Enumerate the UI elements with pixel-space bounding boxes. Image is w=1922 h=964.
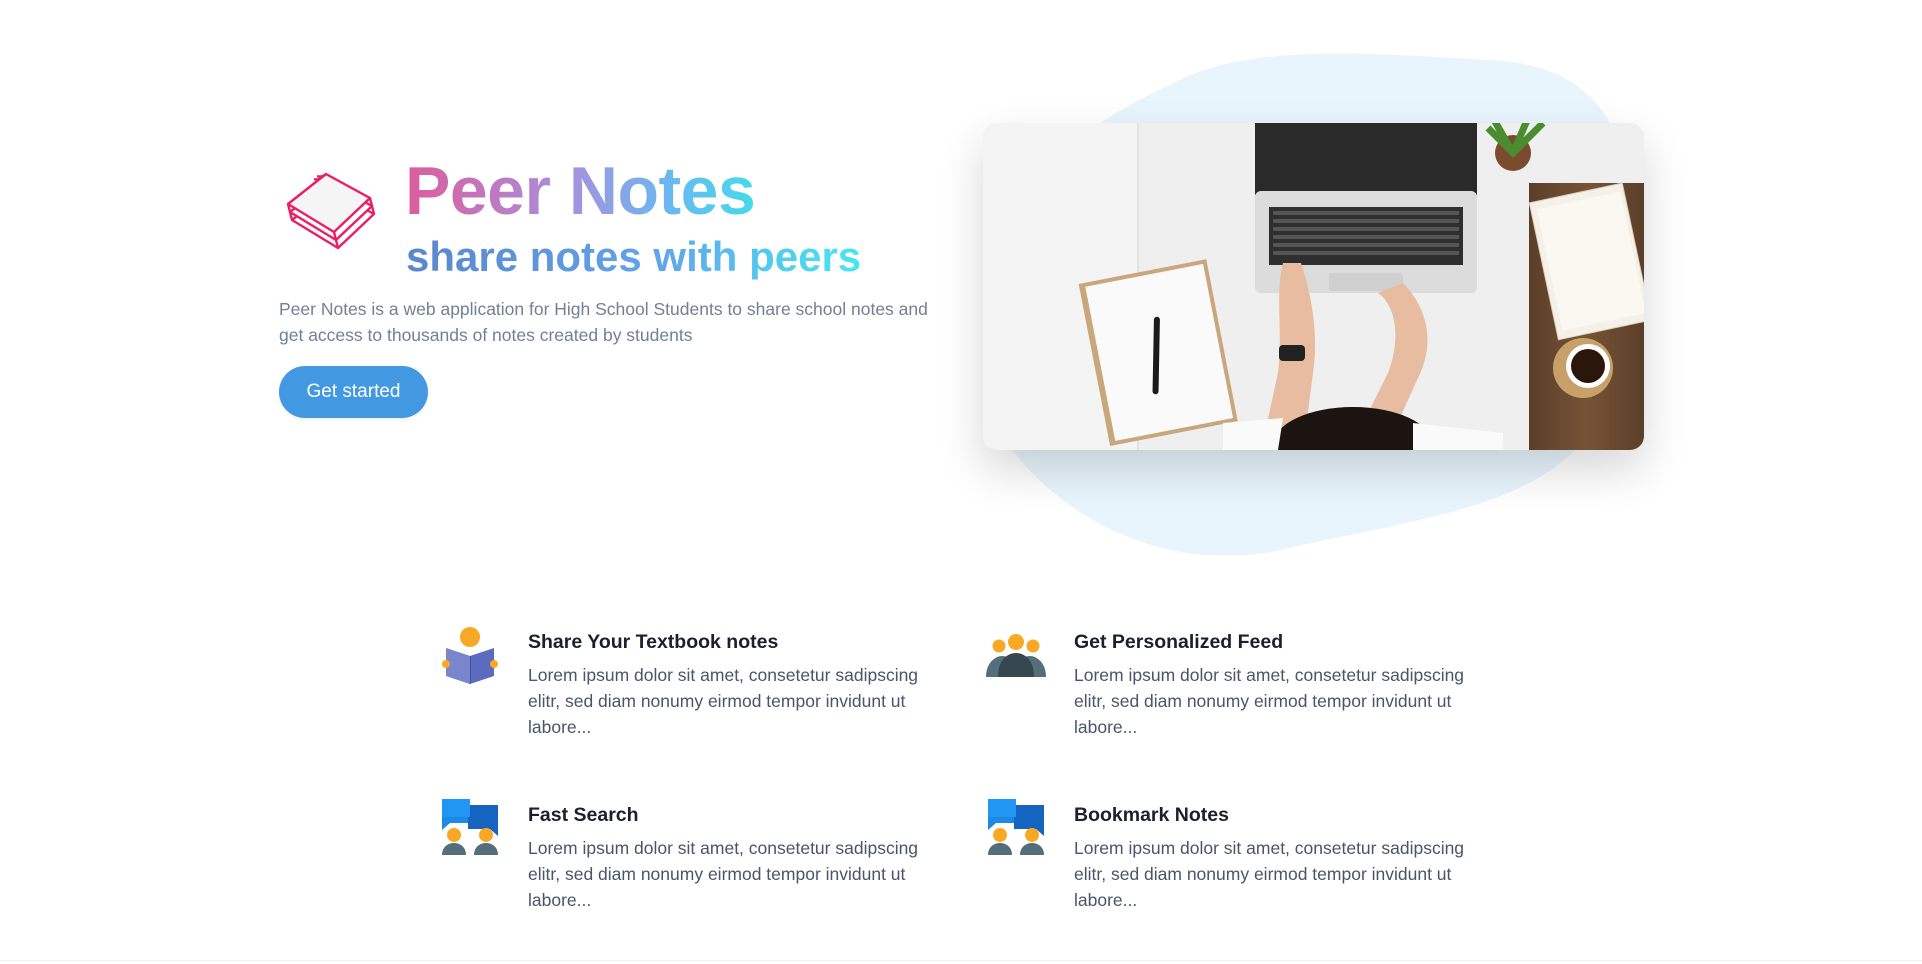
feature-title: Share Your Textbook notes [528, 631, 779, 653]
chat-people-icon [986, 797, 1046, 857]
page-subtitle: share notes with peers [406, 233, 862, 280]
feature-body: Lorem ipsum dolor sit amet, consetetur s… [528, 665, 919, 737]
feature-title: Fast Search [528, 804, 639, 826]
get-started-button[interactable]: Get started [279, 366, 428, 418]
hero-image [983, 123, 1644, 450]
chat-people-icon [440, 797, 500, 857]
notepad-icon [278, 168, 386, 264]
hero-description: Peer Notes is a web application for High… [279, 299, 928, 345]
feature-title: Bookmark Notes [1074, 804, 1229, 826]
feature-body: Lorem ipsum dolor sit amet, consetetur s… [1074, 838, 1465, 910]
feature-title: Get Personalized Feed [1074, 631, 1284, 653]
page-title: Peer Notes [405, 150, 756, 232]
group-icon [986, 624, 1046, 684]
feature-body: Lorem ipsum dolor sit amet, consetetur s… [528, 838, 919, 910]
feature-body: Lorem ipsum dolor sit amet, consetetur s… [1074, 665, 1465, 737]
section-divider [0, 960, 1922, 961]
reading-book-icon [440, 624, 500, 684]
